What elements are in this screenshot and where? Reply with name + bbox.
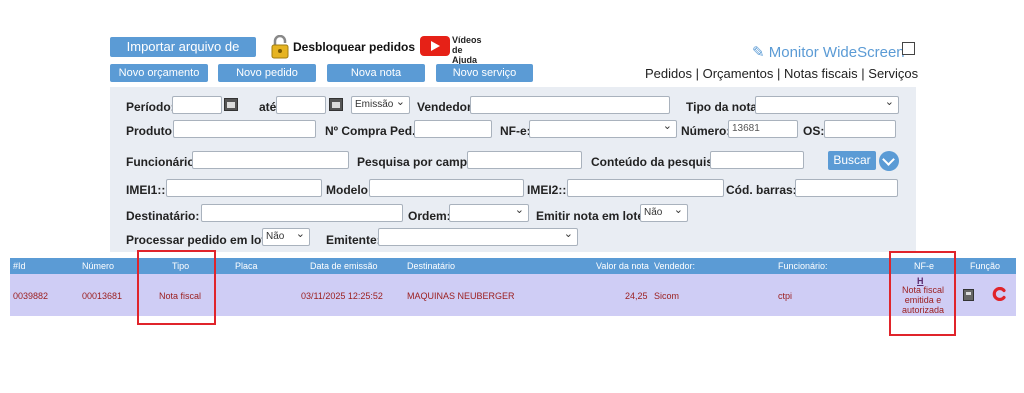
col-seller[interactable]: Vendedor: [654, 261, 695, 271]
highlight-box-nfe [889, 251, 956, 336]
search-field-input[interactable] [467, 151, 582, 169]
section-links[interactable]: Pedidos | Orçamentos | Notas fiscais | S… [645, 66, 918, 81]
number-input[interactable]: 13681 [728, 120, 798, 138]
calendar-icon[interactable] [224, 98, 238, 111]
col-recipient[interactable]: Destinatário [407, 261, 455, 271]
row-employee: ctpi [778, 291, 793, 301]
row-issue-date: 03/11/2025 12:25:52 [301, 291, 383, 301]
barcode-label: Cód. barras: [726, 183, 797, 197]
invoice-type-select[interactable] [755, 94, 899, 114]
search-field-label: Pesquisa por campo: [357, 155, 479, 169]
recipient-label: Destinatário: [126, 209, 200, 223]
model-label: Modelo: [326, 183, 372, 197]
chevron-down-icon[interactable] [879, 151, 899, 171]
imei2-label: IMEI2:: [527, 183, 567, 197]
col-issue-date[interactable]: Data de emissão [310, 261, 378, 271]
os-input[interactable] [824, 120, 896, 138]
barcode-input[interactable] [795, 179, 898, 197]
recipient-input[interactable] [201, 204, 403, 222]
calculator-icon[interactable] [963, 289, 974, 301]
invoice-type-label: Tipo da nota: [686, 100, 762, 114]
nfe-label: NF-e: [500, 124, 531, 138]
col-function: Função [970, 261, 1001, 271]
unlock-orders-link[interactable]: Desbloquear pedidos [293, 40, 415, 54]
model-input[interactable] [369, 179, 524, 197]
period-end-input[interactable] [276, 96, 326, 114]
col-id[interactable]: #Id [13, 261, 26, 271]
search-content-label: Conteúdo da pesquisa: [591, 155, 724, 169]
help-videos-badge[interactable]: Vídeos de Ajuda [418, 34, 486, 65]
new-service-button[interactable]: Novo serviço [436, 64, 533, 82]
calendar-icon[interactable] [329, 98, 343, 111]
search-content-input[interactable] [710, 151, 804, 169]
row-invoice-value: 24,25 [625, 291, 648, 301]
col-number[interactable]: Número [82, 261, 114, 271]
batch-issue-select[interactable]: Não [640, 202, 688, 222]
employee-label: Funcionário: [126, 155, 199, 169]
new-order-button[interactable]: Novo pedido [218, 64, 316, 82]
edit-icon: ✎ [752, 44, 765, 61]
row-id: 0039882 [13, 291, 49, 301]
search-button[interactable]: Buscar [828, 151, 876, 170]
purchase-order-input[interactable] [414, 120, 492, 138]
col-invoice-value[interactable]: Valor da nota [596, 261, 649, 271]
cancel-icon[interactable] [992, 286, 1006, 302]
imei1-label: IMEI1:: [126, 183, 166, 197]
new-invoice-button[interactable]: Nova nota [327, 64, 425, 82]
nfe-select[interactable] [529, 118, 677, 138]
product-label: Produto: [126, 124, 176, 138]
date-type-select[interactable]: Emissão [351, 94, 410, 114]
issuer-label: Emitente: [326, 233, 381, 247]
batch-issue-label: Emitir nota em lote: [536, 209, 649, 223]
imei2-input[interactable] [567, 179, 724, 197]
new-quote-button[interactable]: Novo orçamento [110, 64, 208, 82]
issuer-select[interactable] [378, 226, 578, 246]
product-input[interactable] [173, 120, 316, 138]
seller-label: Vendedor: [417, 100, 476, 114]
batch-process-label: Processar pedido em lote: [126, 233, 277, 247]
number-label: Número: [681, 124, 731, 138]
period-label: Período: [126, 100, 175, 114]
order-label: Ordem: [408, 209, 451, 223]
row-seller: Sicom [654, 291, 680, 301]
widescreen-checkbox[interactable] [902, 42, 915, 55]
employee-input[interactable] [192, 151, 349, 169]
row-number: 00013681 [82, 291, 123, 301]
monitor-widescreen-label: Monitor WideScreen [768, 44, 905, 61]
purchase-order-label: Nº Compra Ped.: [325, 124, 420, 138]
until-label: até [259, 100, 277, 114]
lock-icon[interactable] [270, 34, 290, 59]
row-recipient: MAQUINAS NEUBERGER [407, 291, 515, 301]
order-select[interactable] [449, 202, 529, 222]
period-start-input[interactable] [172, 96, 222, 114]
seller-input[interactable] [470, 96, 670, 114]
highlight-box-type [137, 250, 216, 325]
imei1-input[interactable] [166, 179, 322, 197]
help-videos-label: Vídeos de Ajuda [452, 35, 482, 65]
col-employee[interactable]: Funcionário: [778, 261, 828, 271]
os-label: OS: [803, 124, 825, 138]
batch-process-select[interactable]: Não [262, 226, 310, 246]
col-plate[interactable]: Placa [235, 261, 258, 271]
import-help-button[interactable]: Importar arquivo de ajuda [110, 37, 256, 74]
monitor-widescreen-toggle[interactable]: ✎ Monitor WideScreen [752, 43, 905, 61]
